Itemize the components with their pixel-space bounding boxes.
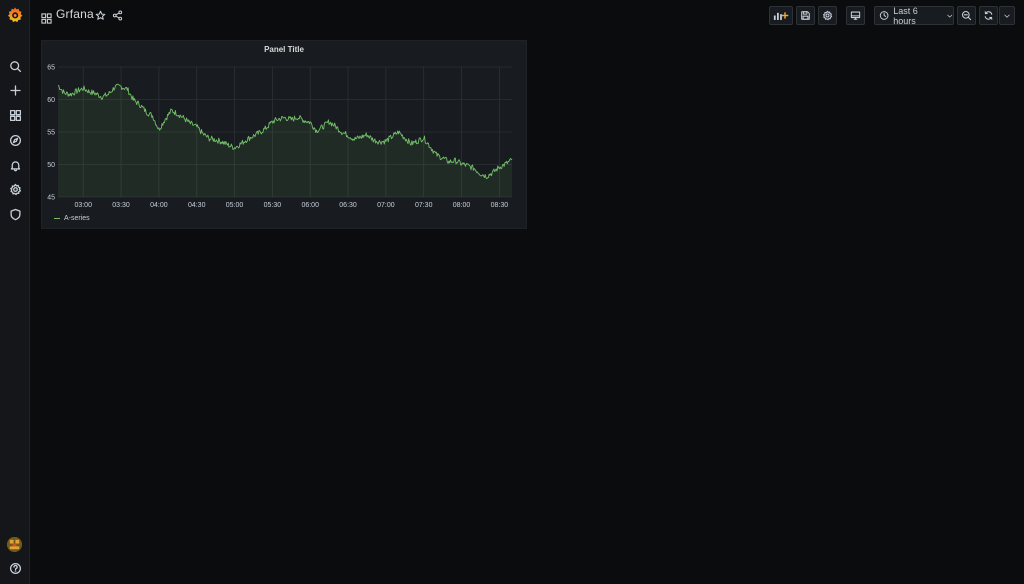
time-range-label: Last 6 hours (893, 5, 918, 26)
search-icon[interactable] (5, 56, 25, 76)
x-tick-label: 07:30 (415, 202, 433, 209)
x-tick-label: 04:30 (188, 202, 206, 209)
series-area (58, 84, 512, 197)
x-tick-label: 05:30 (264, 202, 282, 209)
star-icon[interactable] (93, 8, 107, 22)
dashboards-icon[interactable] (5, 105, 25, 125)
x-tick-label: 06:30 (339, 202, 357, 209)
refresh-button[interactable] (979, 6, 998, 25)
x-tick-label: 08:00 (453, 202, 471, 209)
top-navbar: Grfana Last 6 hours (30, 0, 1024, 32)
share-icon[interactable] (110, 8, 124, 22)
explore-icon[interactable] (5, 130, 25, 150)
dashboard-title[interactable]: Grfana (56, 7, 94, 21)
y-tick-label: 60 (47, 97, 55, 104)
avatar[interactable] (7, 537, 22, 552)
shield-icon[interactable] (5, 204, 25, 224)
graph-panel[interactable]: Panel Title 45 50 55 60 65 03:00 03:30 04:00 04:… (41, 40, 527, 229)
configuration-icon[interactable] (5, 179, 25, 199)
x-tick-label: 04:00 (150, 202, 168, 209)
y-tick-label: 45 (47, 195, 55, 202)
time-picker-button[interactable]: Last 6 hours (874, 5, 954, 26)
y-tick-label: 55 (47, 130, 55, 137)
time-series-chart: 45 50 55 60 65 03:00 03:30 04:00 04:30 05:00 05:30… (47, 65, 513, 209)
zoom-out-button[interactable] (957, 6, 976, 25)
plus-icon[interactable] (5, 80, 25, 100)
y-tick-label: 65 (47, 65, 55, 72)
refresh-interval-dropdown[interactable] (999, 6, 1015, 25)
x-tick-label: 06:00 (301, 202, 319, 209)
save-dashboard-button[interactable] (796, 6, 815, 25)
legend: A-series (54, 215, 90, 222)
clock-icon (879, 11, 889, 20)
grafana-logo-icon[interactable] (6, 6, 24, 24)
y-tick-label: 50 (47, 162, 55, 169)
dashboard-grid-icon (41, 9, 52, 24)
x-tick-label: 07:00 (377, 202, 395, 209)
chevron-down-icon (946, 14, 952, 18)
x-tick-label: 03:00 (74, 202, 92, 209)
help-icon[interactable] (5, 558, 25, 578)
sidebar (0, 0, 30, 584)
x-tick-label: 08:30 (491, 202, 509, 209)
tv-mode-button[interactable] (846, 6, 865, 25)
legend-swatch (54, 218, 60, 219)
x-tick-label: 03:30 (112, 202, 130, 209)
dashboard-settings-button[interactable] (818, 6, 837, 25)
add-panel-button[interactable] (769, 6, 793, 25)
x-tick-label: 05:00 (226, 202, 244, 209)
legend-series-label[interactable]: A-series (64, 215, 90, 222)
alerting-icon[interactable] (5, 155, 25, 175)
